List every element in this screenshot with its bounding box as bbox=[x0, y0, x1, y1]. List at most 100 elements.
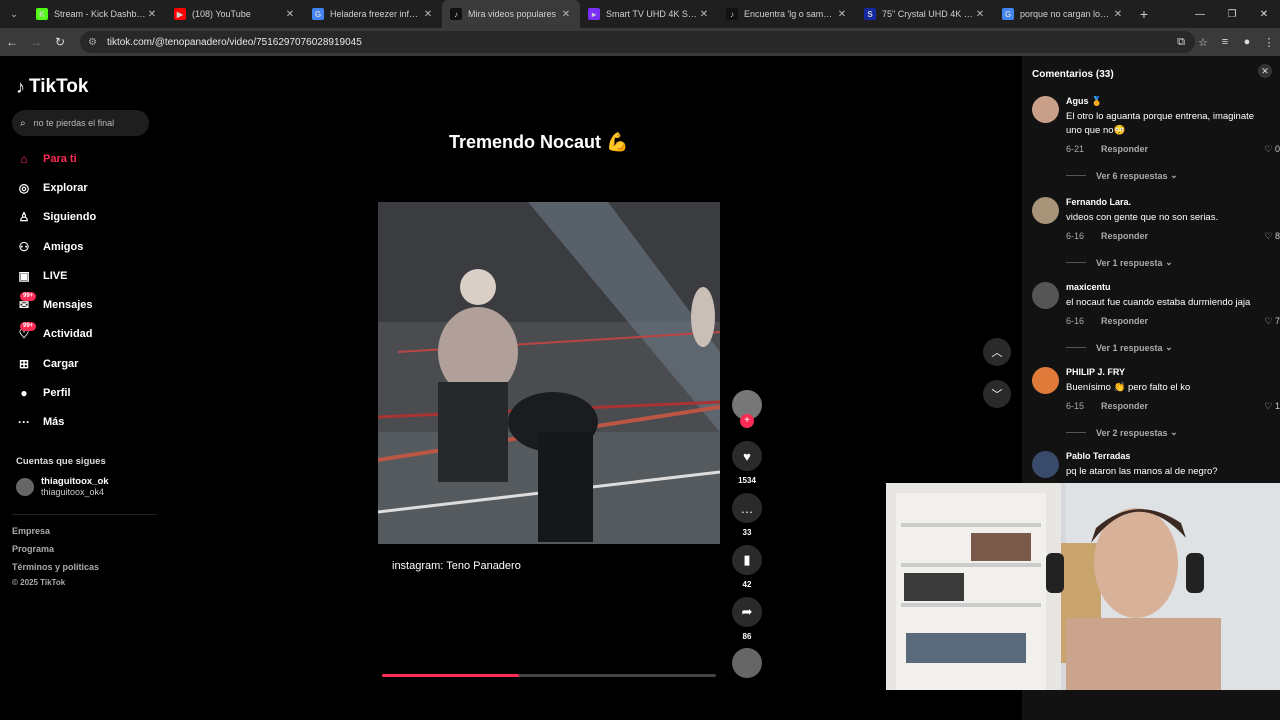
back-icon[interactable]: ← bbox=[0, 35, 24, 49]
browser-tab[interactable]: ▶ (108) YouTube ✕ bbox=[166, 0, 304, 28]
share-button[interactable]: ➦ 86 bbox=[732, 597, 762, 641]
browser-tab[interactable]: ♪ Encuentra 'lg o samsung ✕ bbox=[718, 0, 856, 28]
sidebar-item-perfil[interactable]: ● Perfil bbox=[16, 378, 156, 407]
close-window-icon[interactable]: ✕ bbox=[1248, 0, 1280, 28]
browser-tab[interactable]: S 75" Crystal UHD 4K DU70✕ bbox=[856, 0, 994, 28]
tab-title: porque no cargan los rec bbox=[1020, 9, 1112, 19]
sidebar-item-cargar[interactable]: ⊞ Cargar bbox=[16, 349, 156, 378]
comments-header: Comentarios (33) bbox=[1032, 69, 1114, 80]
reading-list-icon[interactable]: ≡ bbox=[1214, 36, 1236, 48]
sidebar-item-mensajes[interactable]: ✉ 99+ Mensajes bbox=[16, 290, 156, 319]
home-icon: ⌂ bbox=[20, 151, 28, 166]
sidebar-item-label: Más bbox=[43, 416, 65, 429]
browser-tab[interactable]: ▸ Smart TV UHD 4K Samsun✕ bbox=[580, 0, 718, 28]
comment-author[interactable]: Agus 🏅 bbox=[1066, 96, 1102, 107]
close-tab-icon[interactable]: ✕ bbox=[560, 9, 572, 20]
previous-video-button[interactable]: ︿ bbox=[983, 338, 1011, 366]
video-caption[interactable]: instagram: Teno Panadero bbox=[392, 560, 521, 572]
close-tab-icon[interactable]: ✕ bbox=[836, 9, 848, 20]
site-info-icon[interactable]: ⚙ bbox=[88, 37, 97, 48]
browser-tab[interactable]: Gporque no cargan los rec ✕ bbox=[994, 0, 1132, 28]
comment-icon: … bbox=[732, 493, 762, 523]
sidebar-item-live[interactable]: ▣ LIVE bbox=[16, 261, 156, 290]
view-replies-button[interactable]: Ver 2 respuestas ⌄ bbox=[1066, 427, 1178, 438]
maximize-icon[interactable]: ❐ bbox=[1216, 0, 1248, 28]
footer-link-programa[interactable]: Programa bbox=[12, 544, 54, 554]
sidebar-item-label: Explorar bbox=[43, 181, 88, 194]
following-user[interactable]: thiaguitoox_ok thiaguitoox_ok4 bbox=[16, 476, 109, 497]
close-tab-icon[interactable]: ✕ bbox=[146, 9, 158, 20]
close-tab-icon[interactable]: ✕ bbox=[974, 9, 986, 20]
new-tab-button[interactable]: + bbox=[1132, 6, 1156, 22]
reply-button[interactable]: Responder bbox=[1101, 316, 1148, 326]
browser-tab[interactable]: G Heladera freezer inferior ✕ bbox=[304, 0, 442, 28]
comment-author[interactable]: Fernando Lara. bbox=[1066, 197, 1131, 207]
follow-plus-icon[interactable]: + bbox=[740, 414, 754, 428]
search-input[interactable]: ⌕ no te pierdas el final bbox=[12, 110, 149, 136]
heart-outline-icon: ♡ bbox=[1264, 231, 1273, 241]
avatar[interactable] bbox=[1032, 451, 1059, 478]
comment-like-button[interactable]: ♡ 7 bbox=[1264, 316, 1280, 327]
comment-like-button[interactable]: ♡ 1 bbox=[1264, 401, 1280, 412]
address-bar: ← → ↻ ⚙ tiktok.com/@tenopanadero/video/7… bbox=[0, 28, 1280, 56]
creator-avatar-button[interactable]: + bbox=[732, 390, 762, 428]
reply-button[interactable]: Responder bbox=[1101, 401, 1148, 411]
webcam-overlay bbox=[886, 483, 1280, 690]
tab-favicon-icon: ▶ bbox=[174, 8, 186, 20]
close-tab-icon[interactable]: ✕ bbox=[284, 9, 296, 20]
forward-icon[interactable]: → bbox=[24, 35, 48, 49]
next-video-button[interactable]: ﹀ bbox=[983, 380, 1011, 408]
sound-disc-button[interactable] bbox=[732, 648, 762, 678]
comment-like-button[interactable]: ♡ 0 bbox=[1264, 144, 1280, 155]
footer-link-terminos[interactable]: Términos y políticas bbox=[12, 562, 99, 572]
browser-tab-strip: ⌄ K Stream - Kick Dashboard ✕ ▶ (108) YouTub… bbox=[0, 0, 1280, 28]
view-replies-button[interactable]: Ver 1 respuesta ⌄ bbox=[1066, 257, 1173, 268]
sidebar-item-actividad[interactable]: ♡ 99+ Actividad bbox=[16, 320, 156, 349]
close-tab-icon[interactable]: ✕ bbox=[698, 9, 710, 20]
following-user-name: thiaguitoox_ok bbox=[41, 476, 109, 487]
comment-author[interactable]: PHILIP J. FRY bbox=[1066, 367, 1125, 377]
menu-icon[interactable]: ⋮ bbox=[1258, 36, 1280, 49]
tab-search-icon[interactable]: ⌄ bbox=[0, 0, 28, 28]
video-progress-bar[interactable] bbox=[382, 674, 716, 677]
comment-button[interactable]: … 33 bbox=[732, 493, 762, 537]
avatar[interactable] bbox=[1032, 282, 1059, 309]
video-player[interactable] bbox=[378, 202, 720, 544]
avatar[interactable] bbox=[1032, 96, 1059, 123]
tiktok-logo[interactable]: ♪ TikTok bbox=[16, 76, 88, 98]
reload-icon[interactable]: ↻ bbox=[48, 35, 72, 49]
browser-tab[interactable]: ♪ Mira videos populares ✕ bbox=[442, 0, 580, 28]
save-button[interactable]: ▮ 42 bbox=[732, 545, 762, 589]
like-button[interactable]: ♥ 1534 bbox=[732, 441, 762, 485]
reply-button[interactable]: Responder bbox=[1101, 231, 1148, 241]
sidebar-item-amigos[interactable]: ⚇ Amigos bbox=[16, 232, 156, 261]
chevron-down-icon: ﹀ bbox=[991, 389, 1003, 401]
close-comments-button[interactable]: ✕ bbox=[1258, 64, 1272, 78]
sidebar-item-label: Cargar bbox=[43, 357, 79, 370]
comment-author[interactable]: maxicentu bbox=[1066, 282, 1111, 292]
comment-like-button[interactable]: ♡ 8 bbox=[1264, 231, 1280, 242]
view-replies-button[interactable]: Ver 1 respuesta ⌄ bbox=[1066, 342, 1173, 353]
tab-title: (108) YouTube bbox=[192, 9, 251, 19]
sidebar-item-más[interactable]: ··· Más bbox=[16, 408, 156, 437]
url-field[interactable]: ⚙ tiktok.com/@tenopanadero/video/7516297… bbox=[80, 31, 1195, 53]
sidebar-item-siguiendo[interactable]: ♙ Siguiendo bbox=[16, 203, 156, 232]
install-icon[interactable]: ⧉ bbox=[1170, 36, 1192, 49]
avatar[interactable] bbox=[1032, 367, 1059, 394]
view-replies-button[interactable]: Ver 6 respuestas ⌄ bbox=[1066, 170, 1178, 181]
comment-author[interactable]: Pablo Terradas bbox=[1066, 451, 1130, 461]
bookmark-star-icon[interactable]: ☆ bbox=[1192, 36, 1214, 49]
reply-button[interactable]: Responder bbox=[1101, 144, 1148, 154]
avatar[interactable] bbox=[1032, 197, 1059, 224]
browser-tab[interactable]: K Stream - Kick Dashboard ✕ bbox=[28, 0, 166, 28]
footer-link-empresa[interactable]: Empresa bbox=[12, 526, 50, 536]
progress-fill bbox=[382, 674, 519, 677]
minimize-icon[interactable]: — bbox=[1184, 0, 1216, 28]
sidebar-item-explorar[interactable]: ◎ Explorar bbox=[16, 173, 156, 202]
profile-avatar-icon[interactable]: ● bbox=[1236, 36, 1258, 48]
close-tab-icon[interactable]: ✕ bbox=[422, 9, 434, 20]
close-tab-icon[interactable]: ✕ bbox=[1112, 9, 1124, 20]
comment-date: 6-21 bbox=[1066, 144, 1085, 154]
divider bbox=[12, 514, 157, 515]
sidebar-item-para-ti[interactable]: ⌂ Para ti bbox=[16, 144, 156, 173]
